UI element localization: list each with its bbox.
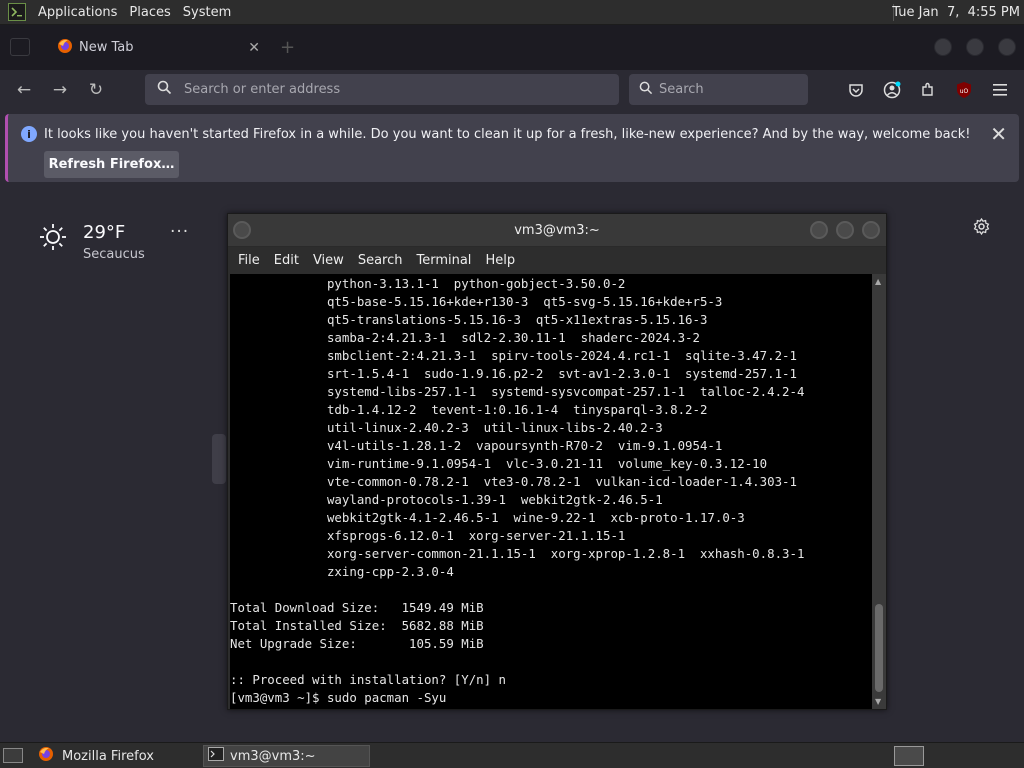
extensions-icon[interactable] [917,79,939,101]
menu-terminal[interactable]: Terminal [416,253,471,268]
hamburger-menu-icon[interactable] [989,79,1011,101]
minimize-button[interactable] [934,38,952,56]
close-notification-icon[interactable]: ✕ [990,122,1007,146]
notification-message: It looks like you haven't started Firefo… [44,127,971,142]
url-input[interactable] [184,82,604,97]
weather-location: Secaucus [83,247,145,262]
menu-view[interactable]: View [313,253,344,268]
back-icon[interactable]: ← [12,78,36,102]
tab-close-icon[interactable]: ✕ [248,40,260,56]
weather-temperature: 29°F [83,222,126,243]
tab-list-icon[interactable] [10,38,30,56]
terminal-titlebar[interactable]: vm3@vm3:~ [228,214,886,247]
terminal-line: xfsprogs-6.12.0-1 xorg-server-21.1.15-1 [230,528,626,543]
notification-bar: i It looks like you haven't started Fire… [5,114,1019,182]
terminal-maximize-button[interactable] [836,221,854,239]
terminal-scrollbar[interactable]: ▲ ▼ [872,274,886,709]
account-icon[interactable] [881,79,903,101]
terminal-line: Total Installed Size: 5682.88 MiB [230,618,484,633]
refresh-firefox-button[interactable]: Refresh Firefox… [44,151,179,178]
menu-search[interactable]: Search [358,253,403,268]
terminal-title: vm3@vm3:~ [514,223,600,238]
sun-icon [38,222,68,256]
terminal-line: qt5-translations-5.15.16-3 qt5-x11extras… [230,312,708,327]
terminal-line: smbclient-2:4.21.3-1 spirv-tools-2024.4.… [230,348,797,363]
terminal-line: qt5-base-5.15.16+kde+r130-3 qt5-svg-5.15… [230,294,723,309]
weather-more-icon[interactable]: ··· [170,222,189,242]
ublock-origin-icon[interactable]: uO [953,79,975,101]
taskbar-label: Mozilla Firefox [62,748,154,764]
terminal-menubar: File Edit View Search Terminal Help [228,247,886,274]
menu-applications[interactable]: Applications [38,5,117,20]
menu-help[interactable]: Help [485,253,515,268]
tab-strip: New Tab ✕ + [0,25,1024,70]
tab-title: New Tab [79,40,134,55]
top-panel: Applications Places System Tue Jan 7, 4:… [0,0,1024,25]
terminal-line: vim-runtime-9.1.0954-1 vlc-3.0.21-11 vol… [230,456,768,471]
terminal-output[interactable]: python-3.13.1-1 python-gobject-3.50.0-2 … [230,274,872,709]
terminal-line: xorg-server-common-21.1.15-1 xorg-xprop-… [230,546,805,561]
terminal-window[interactable]: vm3@vm3:~ File Edit View Search Terminal… [227,213,887,710]
taskbar: Mozilla Firefox vm3@vm3:~ [0,742,1024,768]
terminal-line: srt-1.5.4-1 sudo-1.9.16.p2-2 svt-av1-2.3… [230,366,797,381]
scroll-down-icon[interactable]: ▼ [875,697,881,706]
gear-icon[interactable] [973,217,990,239]
menu-places[interactable]: Places [129,5,170,20]
terminal-line: python-3.13.1-1 python-gobject-3.50.0-2 [230,276,626,291]
menu-edit[interactable]: Edit [274,253,299,268]
new-tab-plus-icon[interactable]: + [280,37,295,58]
terminal-minimize-button[interactable] [810,221,828,239]
terminal-close-button[interactable] [862,221,880,239]
terminal-line: v4l-utils-1.28.1-2 vapoursynth-R70-2 vim… [230,438,723,453]
terminal-line: util-linux-2.40.2-3 util-linux-libs-2.40… [230,420,663,435]
terminal-line: vte-common-0.78.2-1 vte3-0.78.2-1 vulkan… [230,474,797,489]
forward-icon[interactable]: → [48,78,72,102]
search-icon [157,80,172,99]
terminal-line: Net Upgrade Size: 105.59 MiB [230,636,484,651]
taskbar-label: vm3@vm3:~ [230,748,316,764]
nav-bar: ← → ↻ uO [0,70,1024,110]
terminal-line: samba-2:4.21.3-1 sdl2-2.30.11-1 shaderc-… [230,330,700,345]
menu-file[interactable]: File [238,253,260,268]
search-input[interactable] [659,82,809,97]
terminal-logo-icon[interactable] [8,3,26,21]
terminal-icon [208,747,224,765]
scrollbar-thumb[interactable] [875,604,883,692]
taskbar-item-terminal[interactable]: vm3@vm3:~ [203,745,370,767]
terminal-line: Total Download Size: 1549.49 MiB [230,600,484,615]
clock[interactable]: Tue Jan 7, 4:55 PM [892,5,1020,20]
terminal-line: wayland-protocols-1.39-1 webkit2gtk-2.46… [230,492,663,507]
terminal-line: zxing-cpp-2.3.0-4 [230,564,454,579]
pocket-icon[interactable] [845,79,867,101]
search-bar[interactable] [629,74,809,105]
close-window-button[interactable] [998,38,1016,56]
info-icon: i [21,126,37,142]
firefox-icon [38,746,54,766]
firefox-icon [57,38,73,58]
terminal-line: :: Proceed with installation? [Y/n] n [230,672,507,687]
menu-system[interactable]: System [183,5,231,20]
terminal-line: systemd-libs-257.1-1 systemd-sysvcompat-… [230,384,805,399]
tab-new-tab[interactable]: New Tab ✕ [47,32,268,63]
url-bar[interactable] [145,74,619,105]
terminal-line: webkit2gtk-4.1-2.46.5-1 wine-9.22-1 xcb-… [230,510,745,525]
scroll-up-icon[interactable]: ▲ [875,277,881,286]
sidebar-handle[interactable] [212,434,226,484]
taskbar-item-firefox[interactable]: Mozilla Firefox [34,745,196,767]
show-desktop-icon[interactable] [3,748,23,763]
reload-icon[interactable]: ↻ [84,78,108,102]
terminal-line: tdb-1.4.12-2 tevent-1:0.16.1-4 tinysparq… [230,402,708,417]
terminal-line: [vm3@vm3 ~]$ sudo pacman -Syu [230,690,447,705]
svg-text:uO: uO [960,88,969,95]
workspace-switcher-icon[interactable] [894,746,924,766]
search-icon [639,81,653,99]
maximize-button[interactable] [966,38,984,56]
